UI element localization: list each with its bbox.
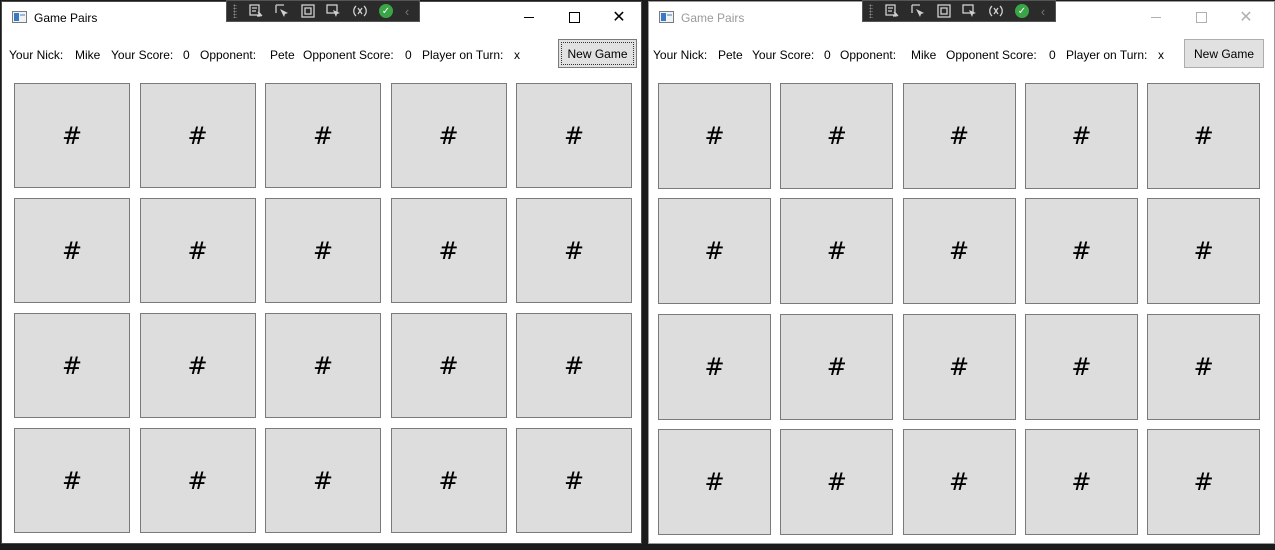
card-button[interactable]: #: [390, 313, 507, 418]
your-score-label: Your Score:: [111, 48, 174, 62]
your-nick-label: Your Nick:: [9, 48, 64, 62]
card-button[interactable]: #: [139, 428, 256, 533]
card-button[interactable]: #: [1024, 198, 1138, 305]
window-title: Game Pairs: [34, 11, 98, 25]
your-score-value: 0: [183, 48, 190, 62]
card-button[interactable]: #: [902, 83, 1016, 189]
pointer-select-icon[interactable]: [905, 1, 931, 21]
maximize-button[interactable]: [1178, 2, 1224, 33]
display-adorners-icon[interactable]: [931, 1, 957, 21]
card-button[interactable]: #: [1024, 83, 1138, 189]
card-button[interactable]: #: [516, 428, 632, 533]
binding-failures-icon[interactable]: [983, 1, 1009, 21]
card-button[interactable]: #: [780, 198, 894, 305]
new-game-button[interactable]: New Game: [1184, 39, 1264, 68]
card-button[interactable]: #: [265, 83, 381, 188]
select-element-icon[interactable]: [243, 1, 269, 21]
your-nick-value: Mike: [75, 48, 101, 62]
card-button[interactable]: #: [1024, 313, 1138, 420]
info-bar: Your Nick: Pete Your Score: 0 Opponent: …: [649, 38, 1274, 70]
player-on-turn-label: Player on Turn:: [1066, 48, 1148, 62]
card-button[interactable]: #: [14, 198, 130, 303]
card-button[interactable]: #: [902, 198, 1016, 305]
player-on-turn-value: x: [1158, 48, 1164, 62]
select-element-icon[interactable]: [879, 1, 905, 21]
collapse-chevron-icon[interactable]: ‹: [399, 1, 415, 21]
opponent-value: Pete: [270, 48, 295, 62]
card-button[interactable]: #: [139, 313, 256, 418]
card-button[interactable]: #: [14, 83, 130, 188]
info-bar: Your Nick: Mike Your Score: 0 Opponent: …: [2, 38, 641, 70]
opponent-score-label: Opponent Score:: [303, 48, 394, 62]
card-button[interactable]: #: [1147, 198, 1261, 305]
app-icon: [12, 11, 27, 23]
opponent-score-value: 0: [405, 48, 412, 62]
app-icon: [659, 11, 674, 23]
your-score-label: Your Score:: [752, 48, 815, 62]
opponent-score-label: Opponent Score:: [946, 48, 1037, 62]
card-button[interactable]: #: [265, 313, 381, 418]
card-button[interactable]: #: [516, 198, 632, 303]
collapse-chevron-icon[interactable]: ‹: [1035, 1, 1051, 21]
card-button[interactable]: #: [516, 313, 632, 418]
toolbar-grip-icon[interactable]: [233, 4, 237, 18]
debug-toolbar: ✓ ‹: [862, 0, 1056, 22]
card-button[interactable]: #: [1147, 83, 1261, 189]
your-nick-value: Pete: [718, 48, 743, 62]
minimize-button[interactable]: [1133, 2, 1179, 33]
your-score-value: 0: [824, 48, 831, 62]
card-button[interactable]: #: [658, 428, 771, 535]
game-window-mike: Game Pairs ✕ Your Nick: Mike Your Score:…: [1, 1, 642, 544]
display-adorners-icon[interactable]: [295, 1, 321, 21]
card-button[interactable]: #: [139, 83, 256, 188]
card-button[interactable]: #: [1024, 428, 1138, 535]
track-focused-element-icon[interactable]: [321, 1, 347, 21]
new-game-button[interactable]: New Game: [558, 39, 637, 68]
card-button[interactable]: #: [516, 83, 632, 188]
card-button[interactable]: #: [265, 428, 381, 533]
card-button[interactable]: #: [1147, 313, 1261, 420]
card-button[interactable]: #: [902, 428, 1016, 535]
card-button[interactable]: #: [1147, 428, 1261, 535]
card-button[interactable]: #: [780, 83, 894, 189]
opponent-value: Mike: [911, 48, 937, 62]
maximize-button[interactable]: [551, 2, 597, 33]
debug-toolbar: ✓ ‹: [226, 0, 420, 22]
card-button[interactable]: #: [139, 198, 256, 303]
player-on-turn-value: x: [514, 48, 520, 62]
opponent-label: Opponent:: [840, 48, 897, 62]
card-button[interactable]: #: [658, 313, 771, 420]
card-button[interactable]: #: [780, 428, 894, 535]
card-button[interactable]: #: [390, 198, 507, 303]
card-button[interactable]: #: [658, 83, 771, 189]
card-button[interactable]: #: [265, 198, 381, 303]
game-window-pete: Game Pairs ✕ Your Nick: Pete Your Score:…: [648, 1, 1275, 544]
card-button[interactable]: #: [390, 83, 507, 188]
window-title: Game Pairs: [681, 11, 745, 25]
pointer-select-icon[interactable]: [269, 1, 295, 21]
your-nick-label: Your Nick:: [653, 48, 708, 62]
binding-failures-icon[interactable]: [347, 1, 373, 21]
card-button[interactable]: #: [658, 198, 771, 305]
card-button[interactable]: #: [14, 313, 130, 418]
hot-reload-ok-icon[interactable]: ✓: [1009, 1, 1035, 21]
toolbar-grip-icon[interactable]: [869, 4, 873, 18]
opponent-score-value: 0: [1049, 48, 1056, 62]
card-button[interactable]: #: [14, 428, 130, 533]
card-button[interactable]: #: [902, 313, 1016, 420]
hot-reload-ok-icon[interactable]: ✓: [373, 1, 399, 21]
close-button[interactable]: ✕: [596, 2, 641, 33]
card-button[interactable]: #: [390, 428, 507, 533]
opponent-label: Opponent:: [200, 48, 257, 62]
close-button[interactable]: ✕: [1223, 2, 1269, 33]
player-on-turn-label: Player on Turn:: [422, 48, 504, 62]
card-button[interactable]: #: [780, 313, 894, 420]
track-focused-element-icon[interactable]: [957, 1, 983, 21]
minimize-button[interactable]: [506, 2, 552, 33]
